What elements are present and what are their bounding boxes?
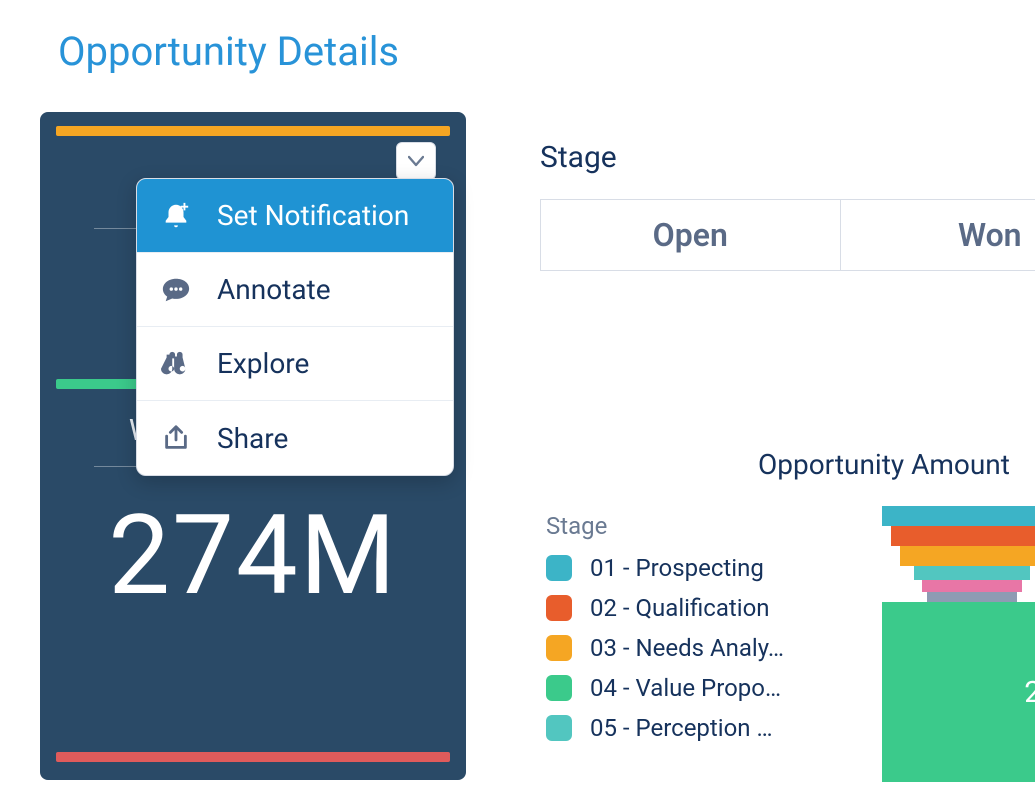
comment-icon — [159, 273, 193, 307]
legend-item[interactable]: 02 - Qualification — [546, 594, 816, 622]
binoculars-icon — [159, 347, 193, 381]
legend-item[interactable]: 05 - Perception … — [546, 714, 816, 742]
funnel-band — [927, 592, 1017, 602]
legend-swatch — [546, 675, 572, 701]
page-title: Opportunity Details — [58, 28, 399, 75]
stage-tab-won[interactable]: Won — [841, 200, 1035, 270]
legend-swatch — [546, 595, 572, 621]
menu-item-label: Explore — [217, 347, 309, 380]
share-icon — [159, 421, 193, 455]
kpi-bar-bottom — [56, 752, 450, 762]
funnel-band — [922, 580, 1023, 592]
legend-swatch — [546, 555, 572, 581]
chevron-down-icon — [408, 152, 424, 171]
legend-label: 05 - Perception … — [590, 714, 773, 742]
legend-item[interactable]: 01 - Prospecting — [546, 554, 816, 582]
legend-label: 01 - Prospecting — [590, 554, 764, 582]
legend-label: 04 - Value Propo… — [590, 674, 781, 702]
funnel-chart: 27 — [882, 506, 1035, 782]
menu-item-label: Annotate — [217, 273, 331, 306]
menu-item-label: Set Notification — [217, 199, 409, 232]
legend-label: 03 - Needs Analy… — [590, 634, 784, 662]
legend-swatch — [546, 715, 572, 741]
funnel-band — [891, 526, 1035, 546]
menu-item-set-notification[interactable]: Set Notification — [137, 179, 453, 253]
funnel-band — [914, 566, 1029, 580]
stage-tab-open[interactable]: Open — [541, 200, 841, 270]
stage-tabs: Open Won — [540, 199, 1035, 271]
card-menu-button[interactable] — [396, 142, 436, 180]
funnel-block-main: 27 — [882, 602, 1035, 782]
legend-swatch — [546, 635, 572, 661]
legend-heading: Stage — [546, 512, 816, 540]
menu-item-label: Share — [217, 422, 288, 455]
menu-item-explore[interactable]: Explore — [137, 327, 453, 401]
chart-legend: Stage 01 - Prospecting 02 - Qualificatio… — [546, 512, 816, 754]
stage-heading: Stage — [540, 140, 1035, 175]
kpi-bar-top — [56, 126, 450, 136]
legend-label: 02 - Qualification — [590, 594, 770, 622]
menu-item-annotate[interactable]: Annotate — [137, 253, 453, 327]
funnel-value-label: 27 — [1024, 675, 1035, 710]
menu-item-share[interactable]: Share — [137, 401, 453, 475]
stage-panel: Stage Open Won — [540, 140, 1035, 271]
funnel-band — [882, 506, 1035, 526]
chart-title: Opportunity Amount — [758, 448, 1010, 481]
funnel-band — [900, 546, 1035, 566]
legend-item[interactable]: 04 - Value Propo… — [546, 674, 816, 702]
card-dropdown-menu: Set Notification Annotate Explore Share — [136, 178, 454, 476]
bell-plus-icon — [159, 199, 193, 233]
kpi-won-value: 274M — [74, 491, 432, 620]
legend-item[interactable]: 03 - Needs Analy… — [546, 634, 816, 662]
